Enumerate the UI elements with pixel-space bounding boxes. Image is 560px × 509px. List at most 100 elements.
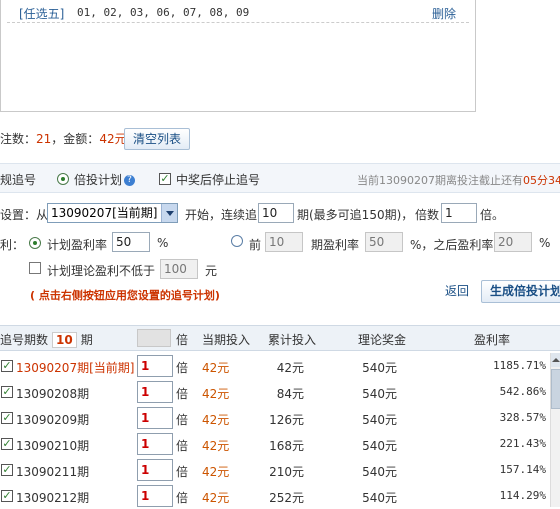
row-prize: 540元 [362, 413, 397, 427]
row-issue: 13090208期 [16, 387, 90, 401]
profit-label: 利： [0, 238, 25, 252]
after-rate-percent: % [539, 236, 551, 250]
start-issue-select[interactable]: 13090207[当前期] [47, 203, 178, 223]
back-link[interactable]: 返回 [445, 282, 469, 299]
stop-on-win-checkbox[interactable]: ✓ [159, 173, 171, 185]
table-row: ✓ 13090208期 1 倍 42元 84元 540元 542.86% [0, 379, 550, 405]
row-prize: 540元 [362, 387, 397, 401]
row-prize: 540元 [362, 439, 397, 453]
first-rate-label: 期盈利率 [311, 238, 360, 252]
row-issue: 13090210期 [16, 439, 90, 453]
bets-value: 21 [36, 132, 52, 146]
row-checkbox[interactable]: ✓ [1, 464, 13, 476]
table-row: ✓ 13090207期[当前期] 1 倍 42元 42元 540元 1185.7… [0, 353, 550, 379]
periods-suffix: 期(最多可追150期)， [297, 208, 414, 222]
prize-header: 理论奖金 [358, 333, 407, 347]
row-issue: 13090212期 [16, 491, 90, 505]
row-multiple-input[interactable]: 1 [137, 485, 173, 507]
row-issue: 13090207期[当前期] [16, 361, 135, 375]
row-rate: 114.29% [499, 489, 546, 502]
row-rate: 542.86% [499, 385, 546, 398]
row-bei: 倍 [176, 439, 189, 453]
row-prize: 540元 [362, 361, 397, 375]
amount-label: ，金额： [51, 132, 100, 146]
check-icon: ✓ [2, 463, 12, 476]
delete-link[interactable]: 删除 [432, 5, 456, 22]
after-rate-input[interactable]: 20 [494, 232, 532, 252]
row-bei: 倍 [176, 465, 189, 479]
row-current: 42元 [202, 491, 230, 505]
check-icon: ✓ [2, 385, 12, 398]
plan-table-header: 追号期数 10 期 倍 当期投入 累计投入 理论奖金 盈利率 [0, 325, 560, 351]
min-profit-unit: 元 [205, 264, 218, 278]
bei-header: 倍 [176, 333, 189, 347]
table-row: ✓ 13090210期 1 倍 42元 168元 540元 221.43% [0, 431, 550, 457]
normal-chase-option[interactable]: 规追号 [0, 171, 36, 188]
periods-input[interactable]: 10 [258, 203, 294, 223]
multiple-unit: 倍。 [480, 208, 505, 222]
row-prize: 540元 [362, 491, 397, 505]
plan-rate-radio[interactable] [29, 237, 41, 249]
issues-prefix: 追号期数 [0, 333, 49, 347]
table-row: ✓ 13090211期 1 倍 42元 210元 540元 157.14% [0, 457, 550, 483]
row-issue: 13090209期 [16, 413, 90, 427]
issues-count: 10 [52, 332, 77, 348]
total-invest-header: 累计投入 [268, 333, 317, 347]
generate-plan-button[interactable]: 生成倍投计划 [481, 280, 560, 303]
row-prize: 540元 [362, 465, 397, 479]
row-multiple-input[interactable]: 1 [137, 355, 173, 377]
table-row: ✓ 13090212期 1 倍 42元 252元 540元 114.29% [0, 483, 550, 509]
row-multiple-input[interactable]: 1 [137, 381, 173, 403]
row-bei: 倍 [176, 491, 189, 505]
row-checkbox[interactable]: ✓ [1, 386, 13, 398]
min-profit-checkbox[interactable] [29, 262, 41, 274]
row-issue: 13090211期 [16, 465, 90, 479]
row-checkbox[interactable]: ✓ [1, 438, 13, 450]
first-periods-radio[interactable] [231, 235, 243, 247]
min-profit-input[interactable]: 100 [160, 259, 198, 279]
check-icon: ✓ [2, 359, 12, 372]
continue-label: 开始，连续追 [185, 208, 258, 222]
deadline-text: 当前13090207期离投注截止还有05分34 [357, 172, 560, 188]
scroll-thumb[interactable] [551, 369, 560, 409]
first-periods-input[interactable]: 10 [265, 232, 303, 252]
row-rate: 221.43% [499, 437, 546, 450]
help-icon[interactable]: ? [124, 175, 135, 186]
check-icon: ✓ [2, 411, 12, 424]
plan-rate-percent: % [157, 236, 169, 250]
row-total: 42元 [276, 361, 304, 375]
chase-options-bar: 规追号 倍投计划 ? ✓ 中奖后停止追号 当前13090207期离投注截止还有0… [0, 163, 560, 193]
row-checkbox[interactable]: ✓ [1, 412, 13, 424]
row-current: 42元 [202, 387, 230, 401]
multiple-all-input[interactable] [137, 329, 171, 347]
row-checkbox[interactable]: ✓ [1, 490, 13, 502]
row-multiple-input[interactable]: 1 [137, 433, 173, 455]
multiple-input[interactable]: 1 [441, 203, 477, 223]
start-label: 设置：从 [0, 208, 49, 222]
chevron-down-icon [161, 204, 177, 222]
row-checkbox[interactable]: ✓ [1, 360, 13, 372]
selection-list: [任选五] 01, 02, 03, 06, 07, 08, 09 删除 [0, 0, 476, 112]
row-rate: 157.14% [499, 463, 546, 476]
multiplier-plan-radio[interactable] [57, 173, 69, 185]
row-current: 42元 [202, 465, 230, 479]
after-label: %，之后盈利率 [410, 238, 494, 252]
play-type-label: [任选五] [19, 7, 65, 21]
row-bei: 倍 [176, 387, 189, 401]
row-multiple-input[interactable]: 1 [137, 407, 173, 429]
check-icon: ✓ [160, 172, 170, 185]
check-icon: ✓ [2, 437, 12, 450]
plan-rate-input[interactable]: 50 [112, 232, 150, 252]
clear-list-button[interactable]: 清空列表 [124, 128, 190, 150]
hint-text: ( 点击右侧按钮应用您设置的追号计划) [30, 289, 220, 302]
first-rate-input[interactable]: 50 [365, 232, 403, 252]
row-multiple-input[interactable]: 1 [137, 459, 173, 481]
scroll-up-icon[interactable] [551, 353, 560, 367]
min-profit-label: 计划理论盈利不低于 [47, 264, 156, 278]
current-invest-header: 当期投入 [202, 333, 251, 347]
plan-rate-label: 计划盈利率 [47, 238, 108, 252]
table-scrollbar[interactable] [550, 353, 560, 507]
selected-numbers: 01, 02, 03, 06, 07, 08, 09 [77, 6, 250, 19]
multiplier-plan-label[interactable]: 倍投计划 [74, 171, 122, 188]
row-current: 42元 [202, 413, 230, 427]
